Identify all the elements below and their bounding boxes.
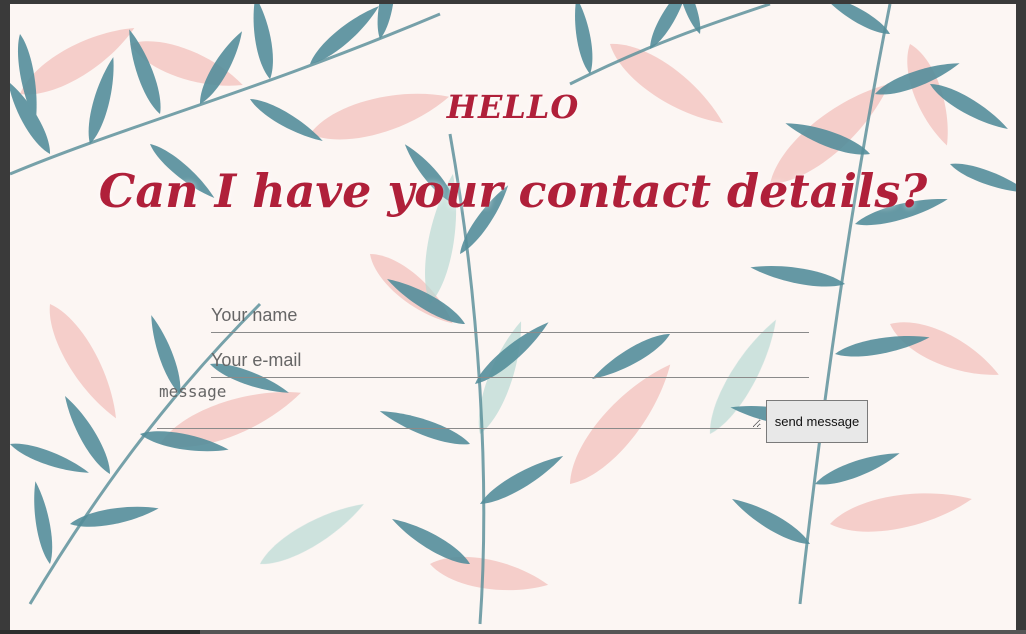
email-input[interactable] — [211, 343, 809, 378]
message-textarea[interactable] — [157, 380, 761, 429]
send-message-button[interactable]: send message — [766, 400, 868, 443]
name-input[interactable] — [211, 298, 809, 333]
page-title: Can I have your contact details? — [98, 164, 928, 218]
bottom-bar — [0, 630, 1026, 634]
greeting-heading: HELLO — [446, 88, 580, 126]
bottom-bar-segment — [200, 630, 1026, 634]
page-frame: HELLO Can I have your contact details? s… — [10, 4, 1016, 630]
